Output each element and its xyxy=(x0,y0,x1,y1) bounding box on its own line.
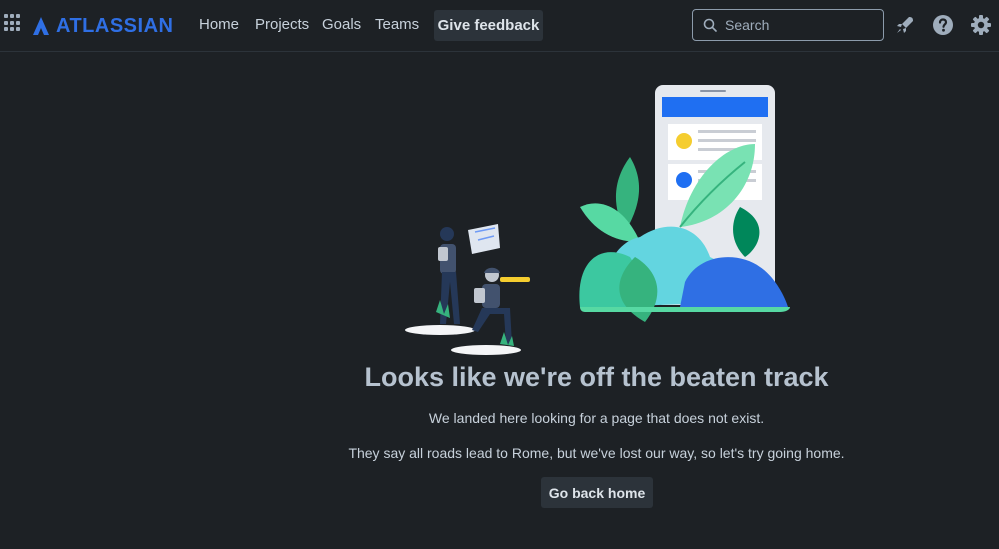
nav-item-goals[interactable]: Goals xyxy=(322,16,361,33)
nav-item-home[interactable]: Home xyxy=(199,16,239,33)
nav-item-projects[interactable]: Projects xyxy=(255,16,309,33)
explorers-illustration xyxy=(405,224,530,355)
error-message-primary: We landed here looking for a page that d… xyxy=(428,410,765,426)
app-switcher-icon[interactable] xyxy=(4,14,22,32)
brand-name: ATLASSIAN xyxy=(56,14,174,37)
search-icon xyxy=(703,18,717,32)
help-icon[interactable] xyxy=(932,14,954,36)
page-heading-wrapper: Looks like we're off the beaten track xyxy=(0,362,999,393)
error-message-secondary: They say all roads lead to Rome, but we'… xyxy=(348,445,845,461)
top-navigation-bar: ATLASSIAN Home Projects Goals Teams Give… xyxy=(0,0,999,52)
search-box[interactable] xyxy=(692,9,884,41)
page-title: Looks like we're off the beaten track xyxy=(364,362,829,392)
lost-explorers-illustration xyxy=(405,85,790,355)
notifications-icon[interactable] xyxy=(894,14,916,36)
atlassian-logo[interactable]: ATLASSIAN xyxy=(32,14,173,38)
go-back-home-button[interactable]: Go back home xyxy=(541,477,653,508)
search-input[interactable] xyxy=(725,17,875,33)
give-feedback-button[interactable]: Give feedback xyxy=(434,10,543,41)
nav-item-teams[interactable]: Teams xyxy=(375,16,419,33)
atlassian-logo-icon xyxy=(33,17,49,35)
settings-icon[interactable] xyxy=(970,14,992,36)
